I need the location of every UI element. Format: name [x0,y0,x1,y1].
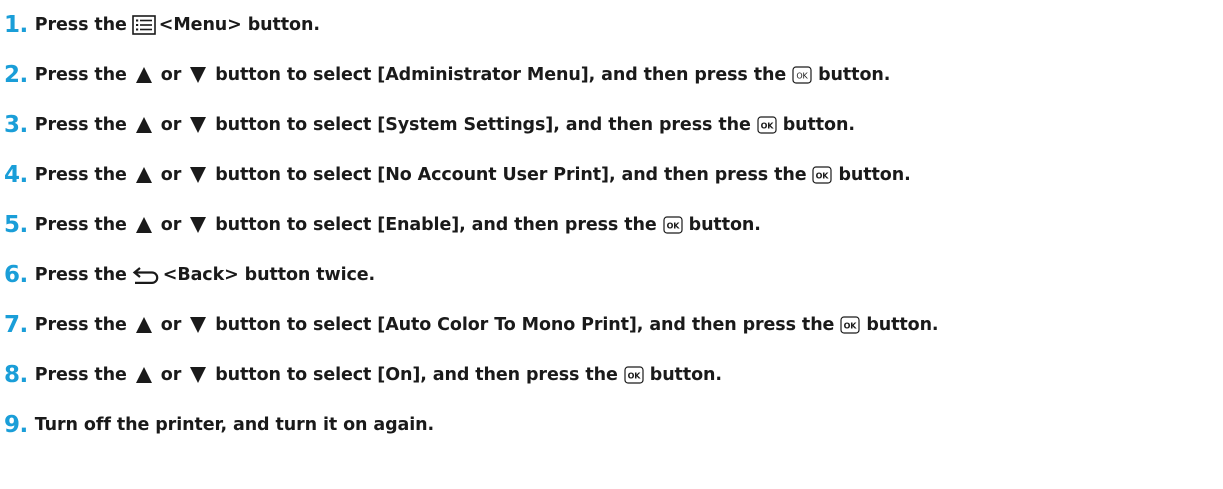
step-text: Press the [34,365,127,385]
ok-button-icon: OK [663,216,683,234]
up-arrow-icon [135,116,153,134]
step-text: Press the [34,115,127,135]
step-text: button to select [Enable], and then pres… [215,215,657,235]
step-text: Press the [34,15,127,35]
or-text: or [160,215,182,235]
or-text: or [160,165,182,185]
step-8: 8. Press the or button to select [On], a… [4,357,722,393]
step-text: button. [782,115,855,135]
ok-button-icon: OK [840,316,860,334]
step-text: Press the [34,215,127,235]
step-text: button to select [System Settings], and … [215,115,751,135]
ok-icon-label: OK [666,222,680,231]
step-2: 2. Press the or button to select [Admini… [4,57,890,93]
step-5: 5. Press the or button to select [Enable… [4,207,761,243]
or-text: or [160,315,182,335]
up-arrow-icon [135,316,153,334]
step-text: button. [649,365,722,385]
step-text: Press the [34,315,127,335]
step-text: Press the [34,265,127,285]
step-number: 8. [4,362,28,388]
down-arrow-icon [189,316,207,334]
step-number: 1. [4,12,28,38]
step-4: 4. Press the or button to select [No Acc… [4,157,911,193]
ok-icon-label: OK [816,172,830,181]
ok-icon-label: OK [844,322,858,331]
step-text: button to select [Administrator Menu], a… [215,65,787,85]
step-6: 6. Press the <Back> button twice. [4,257,375,293]
or-text: or [160,115,182,135]
step-text: button. [838,165,911,185]
step-text: <Menu> button. [158,15,320,35]
step-text: button. [688,215,761,235]
step-3: 3. Press the or button to select [System… [4,107,855,143]
ok-button-icon: OK [792,66,812,84]
step-number: 2. [4,62,28,88]
down-arrow-icon [189,216,207,234]
or-text: or [160,365,182,385]
up-arrow-icon [135,66,153,84]
menu-icon [131,15,156,35]
step-text: button. [818,65,891,85]
step-text: button to select [On], and then press th… [215,365,618,385]
ok-icon-label: OK [627,372,641,381]
step-number: 6. [4,262,28,288]
ok-icon-label: OK [796,72,808,81]
step-text: button to select [No Account User Print]… [215,165,807,185]
step-number: 3. [4,112,28,138]
up-arrow-icon [135,216,153,234]
down-arrow-icon [189,116,207,134]
ok-button-icon: OK [624,366,644,384]
ok-icon-label: OK [760,122,774,131]
or-text: or [160,65,182,85]
up-arrow-icon [135,366,153,384]
step-text: Press the [34,65,127,85]
step-text: <Back> button twice. [162,265,376,285]
step-1: 1. Press the <Menu> button. [4,7,320,43]
step-9: 9. Turn off the printer, and turn it on … [4,407,434,443]
ok-button-icon: OK [757,116,777,134]
step-text: Press the [34,165,127,185]
step-number: 7. [4,312,28,338]
back-icon [132,265,160,285]
down-arrow-icon [189,166,207,184]
step-number: 4. [4,162,28,188]
step-7: 7. Press the or button to select [Auto C… [4,307,939,343]
up-arrow-icon [135,166,153,184]
step-text: button. [866,315,939,335]
step-text: button to select [Auto Color To Mono Pri… [215,315,835,335]
down-arrow-icon [189,66,207,84]
ok-button-icon: OK [812,166,833,184]
down-arrow-icon [189,366,207,384]
step-number: 5. [4,212,28,238]
step-number: 9. [4,412,28,438]
step-text: Turn off the printer, and turn it on aga… [34,415,435,435]
